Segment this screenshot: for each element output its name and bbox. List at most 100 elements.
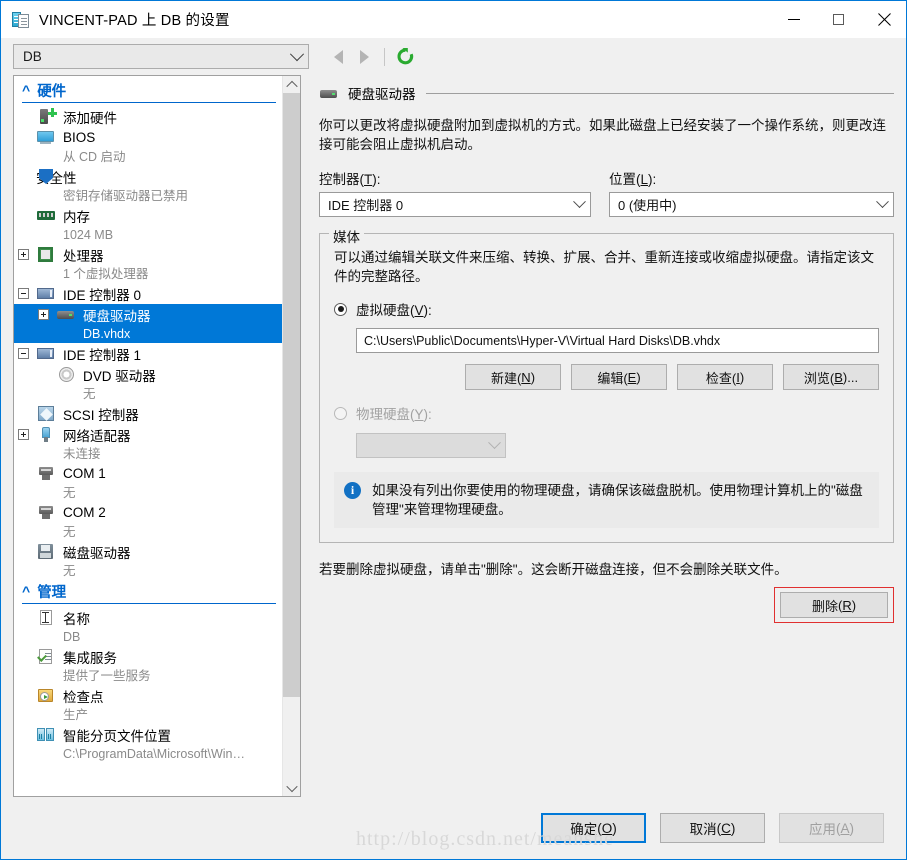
tree-item-label: 智能分页文件位置	[63, 728, 171, 744]
controller-field: 控制器(T): IDE 控制器 0	[319, 168, 591, 217]
scroll-down-button[interactable]	[283, 779, 300, 796]
minimize-icon	[787, 19, 800, 20]
delete-button-highlight: 删除(R)	[774, 587, 894, 623]
collapse-icon[interactable]	[18, 288, 29, 299]
virtual-disk-radio-row[interactable]: 虚拟硬盘(V):	[334, 299, 879, 319]
refresh-button[interactable]	[392, 44, 418, 70]
tree-item-checkpoint[interactable]: 检查点 生产	[14, 685, 282, 724]
tree-item-label: 磁盘驱动器	[63, 545, 131, 561]
tree-section-header[interactable]: ^ 硬件	[14, 79, 282, 101]
vm-settings-icon	[12, 11, 30, 29]
tree-item-network-adapter[interactable]: 网络适配器 未连接	[14, 424, 282, 463]
back-button[interactable]	[325, 44, 351, 70]
maximize-button[interactable]	[816, 1, 861, 38]
scrollbar-track[interactable]	[283, 93, 300, 779]
com-port-icon	[36, 465, 56, 482]
tree-item-scsi-controller[interactable]: SCSI 控制器	[14, 403, 282, 424]
media-button[interactable]: 浏览(B)...	[783, 364, 879, 390]
tree-item-ide-controller[interactable]: IDE 控制器 0	[14, 283, 282, 304]
tree-item-ide-controller[interactable]: IDE 控制器 1	[14, 343, 282, 364]
tree-item-processor[interactable]: 处理器 1 个虚拟处理器	[14, 244, 282, 283]
network-adapter-icon	[36, 426, 56, 443]
virtual-disk-label: 虚拟硬盘(V):	[356, 303, 432, 318]
tree-item-hard-drive[interactable]: 硬盘驱动器 DB.vhdx	[14, 304, 282, 343]
tree-item-dvd-drive[interactable]: DVD 驱动器无	[14, 364, 282, 403]
media-description: 可以通过编辑关联文件来压缩、转换、扩展、合并、重新连接或收缩虚拟硬盘。请指定该文…	[334, 250, 874, 284]
cancel-button[interactable]: 取消(C)	[660, 813, 765, 843]
controller-dropdown[interactable]: IDE 控制器 0	[319, 192, 591, 217]
nav-controls	[325, 44, 418, 70]
media-legend: 媒体	[329, 226, 364, 246]
media-button[interactable]: 新建(N)	[465, 364, 561, 390]
tree-item-sublabel: 从 CD 启动	[63, 150, 126, 164]
tree-item-label: IDE 控制器 0	[63, 287, 142, 303]
bios-icon	[36, 129, 56, 146]
scrollbar-thumb[interactable]	[283, 93, 300, 697]
physical-disk-radio[interactable]	[334, 406, 347, 420]
chevron-down-icon	[289, 46, 305, 61]
tree-item-smart-paging[interactable]: 智能分页文件位置 C:\ProgramData\Microsoft\Win…	[14, 724, 282, 763]
virtual-disk-path-input[interactable]: C:\Users\Public\Documents\Hyper-V\Virtua…	[356, 328, 879, 353]
virtual-disk-path-value: C:\Users\Public\Documents\Hyper-V\Virtua…	[364, 333, 721, 348]
tree-item-label: COM 1	[63, 466, 106, 481]
collapse-icon[interactable]	[18, 348, 29, 359]
physical-disk-dropdown[interactable]	[356, 433, 506, 458]
tree-item-add-hardware[interactable]: 添加硬件	[14, 106, 282, 127]
delete-button[interactable]: 删除(R)	[780, 592, 888, 618]
expand-icon[interactable]	[18, 249, 29, 260]
smart-paging-icon	[36, 726, 56, 743]
chevron-down-icon	[573, 195, 586, 209]
tree-item-label: 处理器	[63, 248, 104, 264]
controller-label: 控制器(T):	[319, 172, 381, 187]
expand-icon[interactable]	[18, 429, 29, 440]
header-rule	[425, 92, 894, 94]
tree-item-label: BIOS	[63, 130, 96, 145]
forward-button[interactable]	[351, 44, 377, 70]
location-value: 0 (使用中)	[618, 198, 677, 213]
tree-item-com-port[interactable]: COM 1 无	[14, 463, 282, 502]
tree-item-security-shield[interactable]: 安全性 密钥存储驱动器已禁用	[14, 166, 282, 205]
ide-controller-icon	[36, 285, 56, 302]
media-button[interactable]: 检查(I)	[677, 364, 773, 390]
tree-item-com-port[interactable]: COM 2 无	[14, 502, 282, 541]
dialog-footer: http://blog.csdn.net/meanshe 确定(O) 取消(C)…	[1, 797, 906, 859]
tree-item-name[interactable]: 名称 DB	[14, 607, 282, 646]
vm-selector-dropdown[interactable]: DB	[13, 44, 309, 69]
virtual-disk-radio[interactable]	[334, 302, 347, 316]
apply-button[interactable]: 应用(A)	[779, 813, 884, 843]
expand-icon[interactable]	[38, 309, 49, 320]
name-icon	[36, 609, 56, 626]
tree-item-bios[interactable]: BIOS 从 CD 启动	[14, 127, 282, 166]
media-button[interactable]: 编辑(E)	[571, 364, 667, 390]
tree-item-label: DVD 驱动器	[83, 368, 156, 384]
physical-disk-radio-row[interactable]: 物理硬盘(Y):	[334, 403, 879, 423]
tree-section-header[interactable]: ^ 管理	[14, 580, 282, 602]
tree-scrollbar[interactable]	[282, 76, 300, 796]
tree-item-memory[interactable]: 内存 1024 MB	[14, 205, 282, 244]
chevron-up-icon: ^	[22, 82, 31, 98]
forward-arrow-icon	[359, 49, 369, 64]
close-button[interactable]	[861, 1, 906, 38]
title-bar: VINCENT-PAD 上 DB 的设置	[1, 1, 906, 38]
tree-item-label: 内存	[63, 209, 90, 225]
tree-item-label: COM 2	[63, 505, 106, 520]
tree-item-integration-services[interactable]: 集成服务 提供了一些服务	[14, 646, 282, 685]
tree-section-rule	[22, 102, 276, 103]
security-shield-icon	[36, 168, 56, 185]
toolbar-divider	[384, 47, 385, 66]
settings-tree[interactable]: ^ 硬件添加硬件 BIOS 从 CD 启动安全性 密钥存储驱动器已禁用 内存 1024 MB…	[14, 76, 282, 796]
chevron-down-icon	[876, 195, 889, 209]
tree-item-label: 添加硬件	[63, 110, 117, 126]
floppy-drive-icon	[36, 543, 56, 560]
info-icon: i	[344, 482, 361, 499]
delete-note: 若要删除虚拟硬盘，请单击"删除"。这会断开磁盘连接，但不会删除关联文件。	[319, 562, 788, 577]
ok-button[interactable]: 确定(O)	[541, 813, 646, 843]
location-dropdown[interactable]: 0 (使用中)	[609, 192, 894, 217]
minimize-button[interactable]	[771, 1, 816, 38]
controller-value: IDE 控制器 0	[328, 198, 404, 213]
dialog-body: ^ 硬件添加硬件 BIOS 从 CD 启动安全性 密钥存储驱动器已禁用 内存 1024 MB…	[1, 75, 906, 797]
tree-section-title: 管理	[37, 584, 67, 601]
settings-dialog-window: VINCENT-PAD 上 DB 的设置 DB ^ 硬件 添加硬件 BIOS 从…	[0, 0, 907, 860]
tree-item-floppy-drive[interactable]: 磁盘驱动器无	[14, 541, 282, 580]
scroll-up-button[interactable]	[283, 76, 300, 93]
